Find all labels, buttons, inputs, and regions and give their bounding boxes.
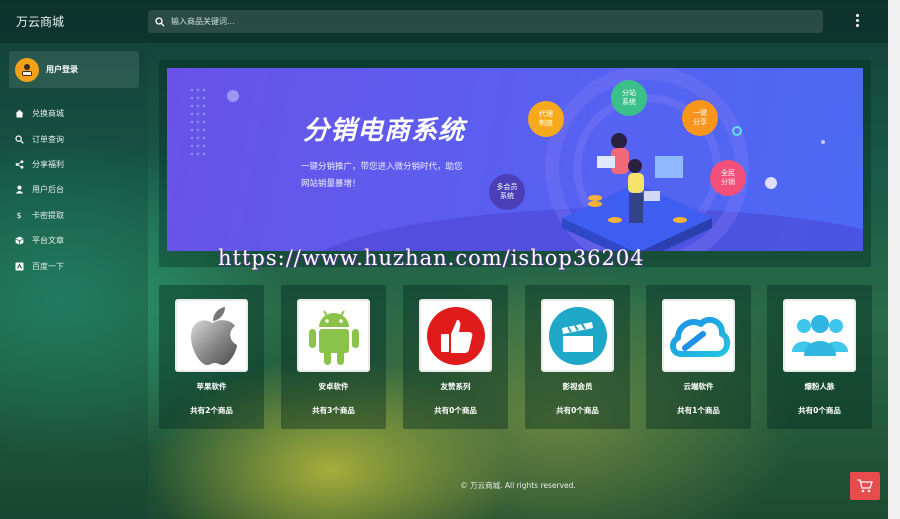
user-avatar-icon xyxy=(22,63,32,76)
banner-container: 分销电商系统 一键分销推广，带您进入微分销时代，助您 网站销量暴增！ 代理 制度… xyxy=(159,60,871,267)
sidebar-item-orders[interactable]: 订单查询 xyxy=(0,126,148,151)
category-image xyxy=(783,299,856,372)
category-image xyxy=(297,299,370,372)
sidebar-item-label: 用户后台 xyxy=(32,185,64,195)
sidebar-item-label: 分享福利 xyxy=(32,159,64,169)
category-name: 云端软件 xyxy=(683,382,714,391)
sidebar-item-card-extract[interactable]: $ 卡密提取 xyxy=(0,203,148,228)
category-card[interactable]: 安卓软件 共有3个商品 xyxy=(281,285,386,429)
category-name: 安卓软件 xyxy=(318,382,349,391)
banner-decoration xyxy=(190,68,863,251)
category-name: 影视会员 xyxy=(562,382,593,391)
category-name: 爆粉人脉 xyxy=(804,382,835,391)
thumbs-up-icon xyxy=(426,306,485,365)
share-icon xyxy=(14,159,24,169)
category-image xyxy=(175,299,248,372)
category-card[interactable]: 苹果软件 共有2个商品 xyxy=(159,285,264,429)
sidebar-item-articles[interactable]: 平台文章 xyxy=(0,228,148,253)
promo-banner[interactable]: 分销电商系统 一键分销推广，带您进入微分销时代，助您 网站销量暴增！ 代理 制度… xyxy=(167,68,863,251)
bubble-all-distribution: 全民 分销 xyxy=(710,160,746,196)
people-icon xyxy=(791,314,848,356)
banner-subtitle: 网站销量暴增！ xyxy=(301,179,361,189)
cart-button[interactable] xyxy=(850,472,880,500)
sidebar-item-baidu[interactable]: 百度一下 xyxy=(0,253,148,278)
category-count: 共有2个商品 xyxy=(190,406,233,415)
sidebar-item-label: 百度一下 xyxy=(32,261,64,271)
bubble-member: 多会员 系统 xyxy=(489,174,525,210)
banner-subtitle: 一键分销推广，带您进入微分销时代，助您 xyxy=(301,162,463,172)
category-count: 共有1个商品 xyxy=(677,406,720,415)
sidebar-item-label: 卡密提取 xyxy=(32,210,64,220)
cloud-icon xyxy=(669,316,730,357)
search-icon xyxy=(14,134,24,144)
top-header: 万云商城 xyxy=(0,0,888,43)
apple-icon xyxy=(190,306,237,365)
bubble-agent: 代理 制度 xyxy=(528,101,564,137)
avatar xyxy=(15,57,39,82)
user-icon xyxy=(14,185,24,195)
category-card[interactable]: 影视会员 共有0个商品 xyxy=(525,285,630,429)
cart-icon xyxy=(857,479,873,493)
dollar-icon: $ xyxy=(16,210,22,220)
home-icon xyxy=(14,109,24,119)
banner-title: 分销电商系统 xyxy=(303,116,466,146)
category-count: 共有0个商品 xyxy=(434,406,477,415)
category-count: 共有3个商品 xyxy=(312,406,355,415)
sidebar-item-label: 订单查询 xyxy=(32,134,64,144)
search-input[interactable] xyxy=(171,17,771,26)
category-card[interactable]: 云端软件 共有1个商品 xyxy=(646,285,751,429)
category-image xyxy=(662,299,735,372)
android-icon xyxy=(308,309,359,365)
scrollbar-track xyxy=(888,0,900,519)
user-login-label: 用户登录 xyxy=(46,65,78,74)
search-icon xyxy=(155,16,165,26)
more-vertical-icon[interactable] xyxy=(850,12,864,28)
category-image xyxy=(541,299,614,372)
watermark-url: https://www.huzhan.com/ishop36204 xyxy=(218,246,645,270)
category-grid: 苹果软件 共有2个商品 安卓软件 共有3个商品 友赞系列 共有0个商品 影视会员… xyxy=(159,285,872,429)
sidebar-nav: 兑换商城 订单查询 分享福利 用户后台 $ 卡密提取 平台文章 百度一下 xyxy=(0,101,148,279)
user-login-button[interactable]: 用户登录 xyxy=(9,51,139,88)
box-icon xyxy=(14,236,24,246)
category-count: 共有0个商品 xyxy=(556,406,599,415)
category-name: 友赞系列 xyxy=(440,382,471,391)
category-card[interactable]: 爆粉人脉 共有0个商品 xyxy=(767,285,872,429)
clapperboard-icon xyxy=(548,306,607,365)
sidebar-item-user-backend[interactable]: 用户后台 xyxy=(0,177,148,202)
sidebar-item-share[interactable]: 分享福利 xyxy=(0,152,148,177)
bubble-share: 一键 分享 xyxy=(682,100,718,136)
category-image xyxy=(419,299,492,372)
category-name: 苹果软件 xyxy=(196,382,227,391)
footer-copyright: © 万云商城. All rights reserved. xyxy=(460,481,576,490)
sidebar-item-label: 平台文章 xyxy=(32,236,64,246)
sidebar-item-exchange[interactable]: 兑换商城 xyxy=(0,101,148,126)
search-bar[interactable] xyxy=(148,10,823,33)
category-count: 共有0个商品 xyxy=(798,406,841,415)
site-logo[interactable]: 万云商城 xyxy=(16,13,64,30)
bubble-substation: 分站 系统 xyxy=(611,80,647,116)
baidu-icon xyxy=(14,261,24,271)
sidebar: 用户登录 兑换商城 订单查询 分享福利 用户后台 $ 卡密提取 平台文章 百度一… xyxy=(0,43,148,519)
category-card[interactable]: 友赞系列 共有0个商品 xyxy=(403,285,508,429)
sidebar-item-label: 兑换商城 xyxy=(32,109,64,119)
